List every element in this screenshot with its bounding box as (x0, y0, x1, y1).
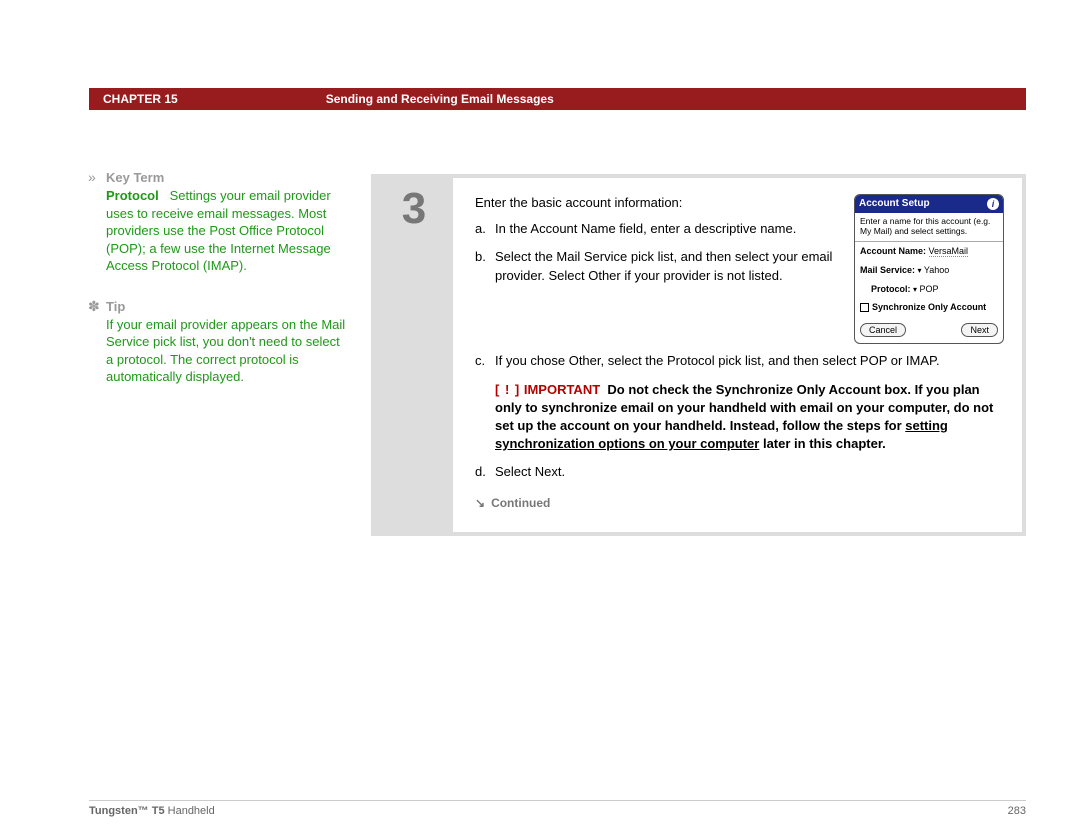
device-hint: Enter a name for this account (e.g. My M… (855, 213, 1003, 242)
product-name: Tungsten™ T5 Handheld (89, 805, 215, 817)
substep-b: b. Select the Mail Service pick list, an… (475, 248, 842, 284)
substep-b-text: Select the Mail Service pick list, and t… (495, 248, 842, 284)
protocol-field: Protocol: ▾ POP (855, 280, 1003, 299)
substeps-d: d. Select Next. (475, 463, 1004, 481)
substep-d: d. Select Next. (475, 463, 1004, 481)
device-buttons: Cancel Next (855, 317, 1003, 340)
continued: ↘ Continued (475, 495, 1004, 512)
warning-icon: [ ! ] (495, 382, 520, 397)
substep-b-label: b. (475, 248, 495, 284)
account-name-field: Account Name: VersaMail (855, 242, 1003, 261)
substep-a: a. In the Account Name field, enter a de… (475, 220, 842, 238)
step-row: 3 Enter the basic account information: a… (375, 178, 1022, 532)
mail-service-label: Mail Service: (860, 265, 915, 275)
sync-only-label: Synchronize Only Account (872, 301, 986, 314)
device-title: Account Setup (859, 197, 930, 211)
mail-service-value[interactable]: Yahoo (924, 265, 949, 275)
step-intro: Enter the basic account information: (475, 194, 842, 212)
protocol-label: Protocol: (871, 284, 911, 294)
chevron-down-icon[interactable]: ▾ (918, 266, 922, 275)
step-frame: 3 Enter the basic account information: a… (371, 174, 1026, 536)
footer: Tungsten™ T5 Handheld 283 (89, 800, 1026, 817)
chevron-icon: » (88, 170, 96, 184)
keyterm-block: » Key Term Protocol Settings your email … (106, 170, 346, 275)
tip-label: Tip (106, 299, 346, 314)
page-number: 283 (1008, 805, 1026, 817)
substep-a-label: a. (475, 220, 495, 238)
checkbox-icon[interactable] (860, 303, 869, 312)
tip-body: If your email provider appears on the Ma… (106, 316, 346, 386)
product-rest: Handheld (165, 805, 215, 817)
important-label: IMPORTANT (524, 382, 600, 397)
substep-d-text: Select Next. (495, 463, 1004, 481)
step-number: 3 (375, 178, 453, 532)
account-name-input[interactable]: VersaMail (929, 246, 969, 257)
protocol-value[interactable]: POP (920, 284, 939, 294)
substep-a-text: In the Account Name field, enter a descr… (495, 220, 842, 238)
device-titlebar: Account Setup i (855, 195, 1003, 213)
chapter-header: CHAPTER 15 Sending and Receiving Email M… (89, 88, 1026, 110)
important-block: [ ! ] IMPORTANT Do not check the Synchro… (475, 381, 1004, 454)
important-after: later in this chapter. (759, 436, 885, 451)
intro-text-col: Enter the basic account information: a. … (475, 194, 842, 295)
substeps-top: a. In the Account Name field, enter a de… (475, 220, 842, 285)
keyterm-body: Protocol Settings your email provider us… (106, 187, 346, 275)
step-body: Enter the basic account information: a. … (453, 178, 1022, 532)
product-bold: Tungsten™ T5 (89, 805, 165, 817)
intro-row: Enter the basic account information: a. … (475, 194, 1004, 344)
next-button[interactable]: Next (961, 323, 998, 338)
sync-only-row[interactable]: Synchronize Only Account (855, 298, 1003, 317)
mail-service-field: Mail Service: ▾ Yahoo (855, 261, 1003, 280)
asterisk-icon: ✽ (88, 299, 100, 313)
account-name-label: Account Name: (860, 246, 926, 256)
page: CHAPTER 15 Sending and Receiving Email M… (0, 0, 1080, 834)
info-icon[interactable]: i (987, 198, 999, 210)
substep-c-text: If you chose Other, select the Protocol … (495, 352, 1004, 370)
chapter-title: Sending and Receiving Email Messages (326, 92, 554, 106)
continued-label: Continued (491, 495, 550, 512)
chevron-down-icon[interactable]: ▾ (913, 285, 917, 294)
keyterm-term: Protocol (106, 188, 159, 203)
keyterm-label: Key Term (106, 170, 346, 185)
arrow-down-right-icon: ↘ (475, 495, 485, 512)
substep-c-label: c. (475, 352, 495, 370)
sidebar: » Key Term Protocol Settings your email … (106, 170, 346, 386)
substep-d-label: d. (475, 463, 495, 481)
cancel-button[interactable]: Cancel (860, 323, 906, 338)
tip-block: ✽ Tip If your email provider appears on … (106, 299, 346, 386)
chapter-label: CHAPTER 15 (103, 92, 178, 106)
substeps-bottom: c. If you chose Other, select the Protoc… (475, 352, 1004, 370)
device-screenshot: Account Setup i Enter a name for this ac… (854, 194, 1004, 344)
substep-c: c. If you chose Other, select the Protoc… (475, 352, 1004, 370)
